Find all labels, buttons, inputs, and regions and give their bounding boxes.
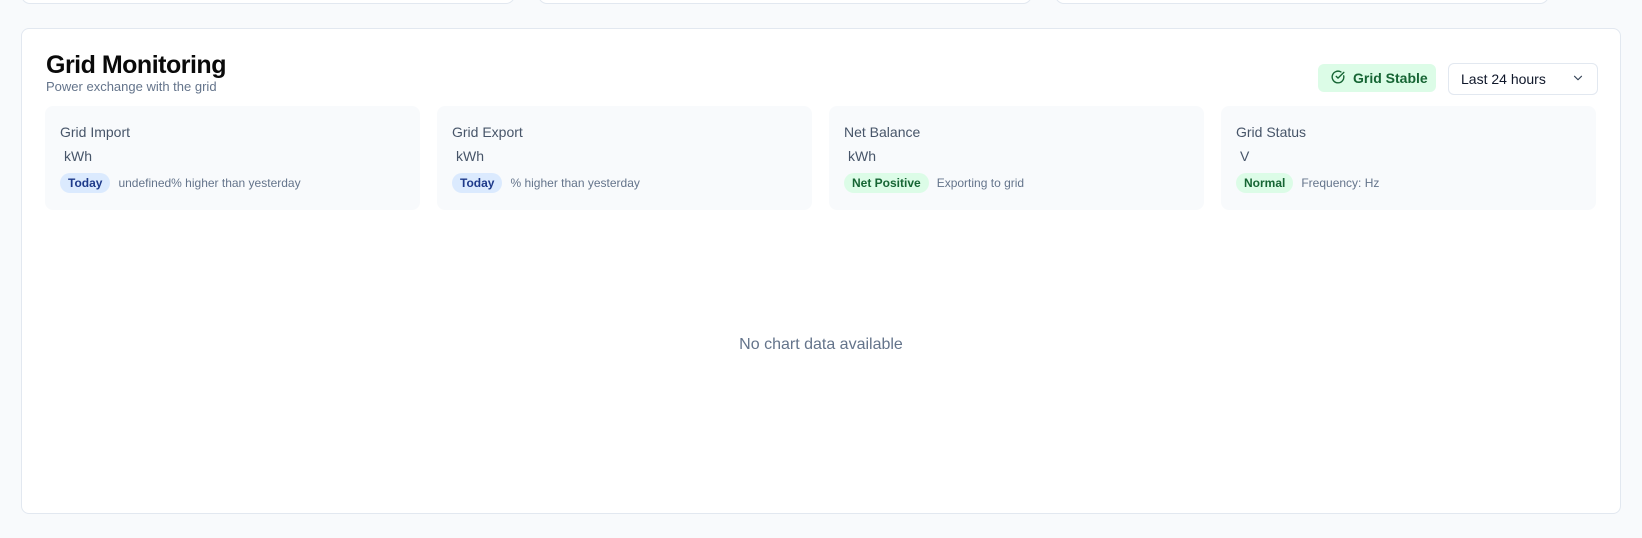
metric-footer: Net Positive Exporting to grid [844,173,1024,193]
grid-status-label: Grid Stable [1353,70,1428,86]
summary-card [538,0,1032,4]
metric-footer: Normal Frequency: Hz [1236,173,1379,193]
panel-title: Grid Monitoring [46,51,226,79]
metric-footer: Today % higher than yesterday [452,173,640,193]
chevron-down-icon [1571,71,1585,88]
chart-empty-state: No chart data available [739,336,903,353]
metric-label: Net Balance [844,124,921,140]
metric-value: kWh [456,148,484,164]
check-circle-icon [1331,70,1345,87]
metric-card-net-balance: Net Balance kWh Net Positive Exporting t… [829,106,1204,210]
summary-card [1055,0,1549,4]
top-card-row [21,0,1621,4]
metric-value: kWh [848,148,876,164]
time-range-value: Last 24 hours [1461,71,1546,87]
metric-label: Grid Status [1236,124,1307,140]
metric-card-grid-import: Grid Import kWh Today undefined% higher … [45,106,420,210]
metric-badge: Today [60,173,111,193]
metric-card-grid-export: Grid Export kWh Today % higher than yest… [437,106,812,210]
metric-value: kWh [64,148,92,164]
grid-monitoring-panel: Grid Monitoring Power exchange with the … [21,28,1621,514]
metric-badge: Today [452,173,503,193]
panel-subtitle: Power exchange with the grid [46,79,217,94]
metric-badge: Normal [1236,173,1294,193]
metric-value: V [1240,148,1250,164]
metric-footer: Today undefined% higher than yesterday [60,173,301,193]
metric-note: Exporting to grid [936,176,1025,190]
summary-card [21,0,515,4]
metric-badge: Net Positive [844,173,929,193]
metric-note: % higher than yesterday [510,176,640,190]
metric-label: Grid Export [452,124,523,140]
time-range-select[interactable]: Last 24 hours [1448,63,1598,95]
metric-card-grid-status: Grid Status V Normal Frequency: Hz [1221,106,1596,210]
metric-note: Frequency: Hz [1301,176,1380,190]
grid-status-badge: Grid Stable [1318,64,1436,92]
metric-label: Grid Import [60,124,131,140]
metric-note: undefined% higher than yesterday [118,176,301,190]
